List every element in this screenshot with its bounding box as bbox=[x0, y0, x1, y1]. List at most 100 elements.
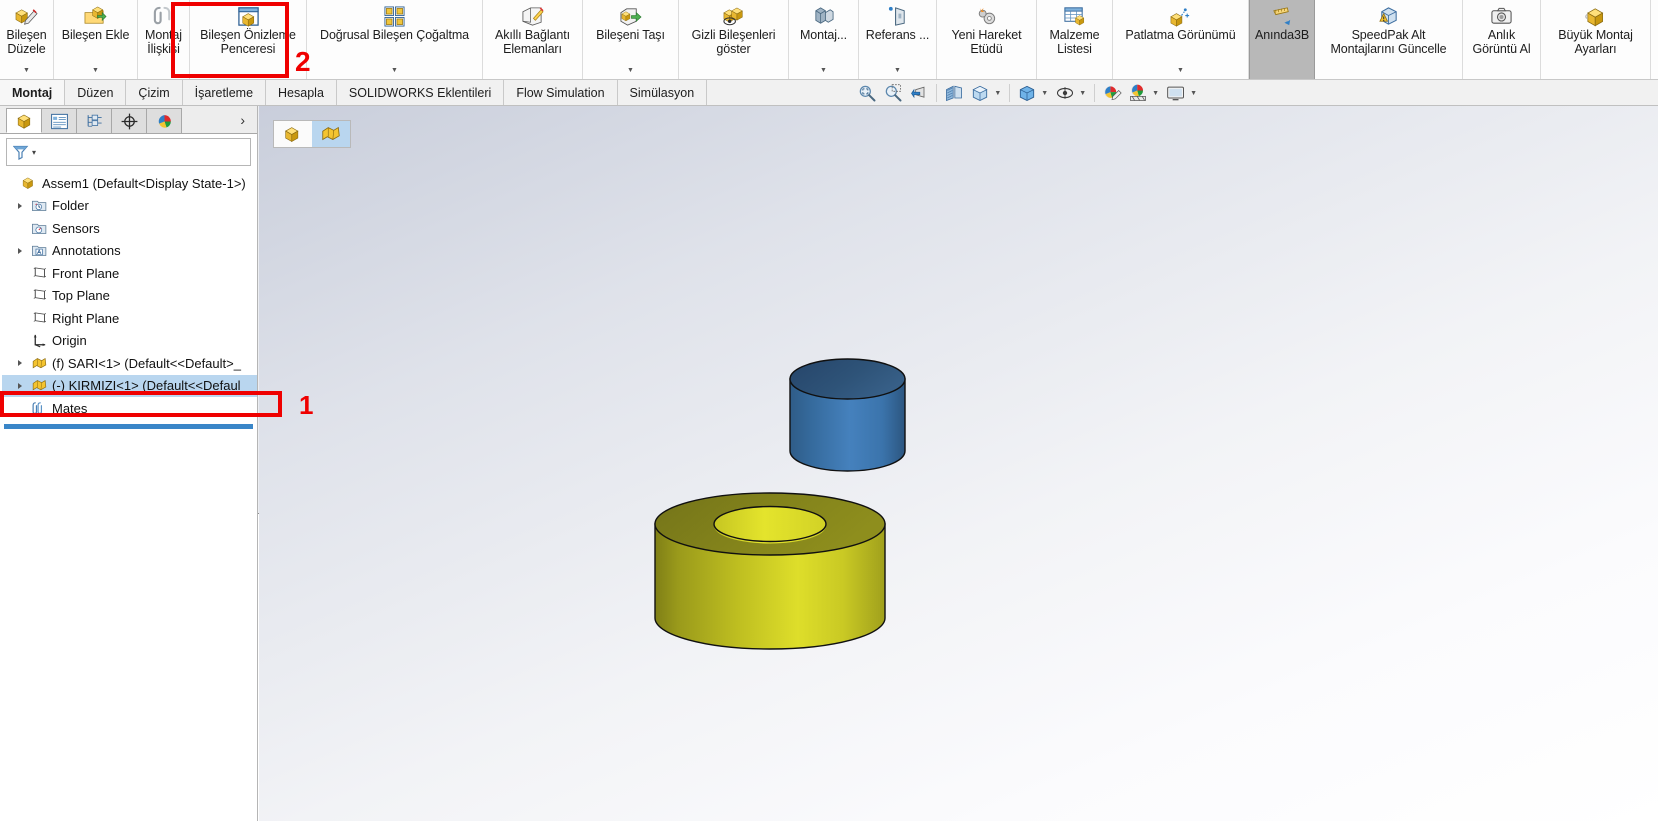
view-toolbar-zoom-to-fit-button[interactable] bbox=[855, 82, 879, 104]
tab-simülasyon[interactable]: Simülasyon bbox=[617, 80, 708, 105]
command-tab-bar: Montaj Düzen Çizim İşaretleme Hesapla SOLIDWO… bbox=[0, 80, 1658, 106]
ribbon-button-label: Malzeme Listesi bbox=[1049, 28, 1100, 56]
tree-node[interactable]: Right Plane bbox=[2, 307, 257, 330]
tab-düzen[interactable]: Düzen bbox=[65, 80, 127, 105]
ribbon-dropdown-caret-icon[interactable]: ▼ bbox=[820, 67, 827, 79]
view-toolbar-zoom-to-area-button[interactable] bbox=[881, 82, 905, 104]
display-style-icon bbox=[1020, 85, 1035, 102]
ribbon-button-instant3d[interactable]: Anında3B▼ bbox=[1249, 0, 1315, 79]
filter-caret-icon[interactable]: ▾ bbox=[32, 148, 36, 157]
ribbon-button-new-motion-study[interactable]: Yeni Hareket Etüdü▼ bbox=[937, 0, 1037, 79]
ribbon-button-take-snapshot[interactable]: Anlık Görüntü Al▼ bbox=[1463, 0, 1541, 79]
tab-montaj[interactable]: Montaj bbox=[0, 80, 66, 105]
rollback-bar[interactable] bbox=[4, 423, 253, 429]
graphics-viewport[interactable] bbox=[259, 106, 1658, 821]
tree-node[interactable]: Origin bbox=[2, 330, 257, 353]
ribbon-dropdown-caret-icon[interactable]: ▼ bbox=[23, 67, 30, 79]
tree-tabs-overflow-chevron-icon[interactable]: › bbox=[240, 108, 257, 133]
view-toolbar-edit-appearance-button[interactable] bbox=[1100, 82, 1124, 104]
view-toolbar-caret-icon[interactable]: ▼ bbox=[994, 90, 1004, 97]
annotation-number-2: 2 bbox=[295, 46, 311, 77]
tab-i̇şaretleme[interactable]: İşaretleme bbox=[182, 80, 267, 105]
toolbar-separator bbox=[936, 84, 938, 102]
ribbon-button-show-hidden-components[interactable]: Gizli Bileşenleri göster▼ bbox=[679, 0, 789, 79]
ribbon-button-smart-fasteners[interactable]: Akıllı Bağlantı Elemanları▼ bbox=[483, 0, 583, 79]
tree-tab-property-manager[interactable] bbox=[41, 108, 77, 133]
ribbon-dropdown-caret-icon[interactable]: ▼ bbox=[894, 67, 901, 79]
view-toolbar-caret-icon[interactable]: ▼ bbox=[1190, 90, 1200, 97]
tree-tab-display-manager[interactable] bbox=[146, 108, 182, 133]
view-toolbar-view-orientation-button[interactable] bbox=[968, 82, 992, 104]
tree-filter-bar[interactable]: ▾ bbox=[6, 138, 251, 166]
ribbon-button-bill-of-materials[interactable]: Malzeme Listesi▼ bbox=[1037, 0, 1113, 79]
view-toolbar-hide-show-items-button[interactable] bbox=[1053, 82, 1077, 104]
expand-arrow-icon[interactable] bbox=[12, 360, 28, 367]
view-toolbar-apply-scene-button[interactable] bbox=[1126, 82, 1150, 104]
plane-icon bbox=[33, 312, 46, 323]
tree-node-label: Right Plane bbox=[52, 310, 120, 326]
feature-manager-panel: › ▾ Assem1 (Default<Display State-1>) Fol… bbox=[0, 106, 258, 821]
yellow-ring-part[interactable] bbox=[654, 492, 886, 650]
view-toolbar-section-view-button[interactable] bbox=[942, 82, 966, 104]
annotations-icon bbox=[31, 246, 46, 257]
ribbon-button-assembly-features[interactable]: Montaj... ▼ bbox=[789, 0, 859, 79]
view-toolbar-caret-icon[interactable]: ▼ bbox=[1152, 90, 1162, 97]
ribbon-button-linear-component-pattern[interactable]: Doğrusal Bileşen Çoğaltma ▼ bbox=[307, 0, 483, 79]
ribbon-button-label: Doğrusal Bileşen Çoğaltma bbox=[320, 28, 469, 42]
blue-cylinder-part[interactable] bbox=[789, 358, 906, 472]
ribbon-button-label: Patlatma Görünümü bbox=[1125, 28, 1236, 42]
tab-flow-simulation[interactable]: Flow Simulation bbox=[504, 80, 618, 105]
view-toolbar-previous-view-button[interactable] bbox=[907, 82, 931, 104]
tree-node-icon-wrapper bbox=[28, 310, 50, 327]
ribbon-button-label: Bileşeni Taşı bbox=[596, 28, 665, 42]
ribbon-button-move-component[interactable]: Bileşeni Taşı ▼ bbox=[583, 0, 679, 79]
expand-arrow-icon[interactable] bbox=[12, 247, 28, 254]
ribbon-button-speedpak-update[interactable]: SpeedPak Alt Montajlarını Güncelle▼ bbox=[1315, 0, 1463, 79]
tree-tab-feature-manager-tree[interactable] bbox=[6, 108, 42, 133]
view-toolbar-caret-icon[interactable]: ▼ bbox=[1041, 90, 1051, 97]
tree-tab-configuration-manager[interactable] bbox=[76, 108, 112, 133]
tree-node[interactable]: (-) KIRMIZI<1> (Default<<Defaul bbox=[2, 374, 257, 397]
ribbon-button-mate[interactable]: Montaj İlişkisi▼ bbox=[138, 0, 190, 79]
ribbon-icon-wrapper bbox=[15, 4, 38, 28]
ribbon-dropdown-caret-icon[interactable]: ▼ bbox=[391, 67, 398, 79]
view-toolbar-view-settings-button[interactable] bbox=[1164, 82, 1188, 104]
tree-node[interactable]: Mates bbox=[2, 397, 257, 420]
tab-çizim[interactable]: Çizim bbox=[126, 80, 183, 105]
view-toolbar-caret-icon[interactable]: ▼ bbox=[1079, 90, 1089, 97]
history-folder-icon bbox=[31, 201, 46, 212]
tree-node[interactable]: Annotations bbox=[2, 240, 257, 263]
tree-node[interactable]: Assem1 (Default<Display State-1>) bbox=[2, 172, 257, 195]
tree-node[interactable]: Sensors bbox=[2, 217, 257, 240]
tree-node[interactable]: Top Plane bbox=[2, 285, 257, 308]
sensors-icon bbox=[31, 223, 46, 234]
ribbon-dropdown-caret-icon[interactable]: ▼ bbox=[627, 67, 634, 79]
tree-node-icon-wrapper bbox=[28, 220, 50, 237]
expand-arrow-icon[interactable] bbox=[12, 382, 28, 389]
tree-node-label: (-) KIRMIZI<1> (Default<<Defaul bbox=[52, 378, 241, 394]
mates-folder-icon bbox=[32, 401, 42, 414]
ribbon-button-large-assembly-settings[interactable]: Büyük Montaj Ayarları▼ bbox=[1541, 0, 1651, 79]
ribbon-button-component-preview-window[interactable]: Bileşen Önizleme Penceresi▼ bbox=[190, 0, 307, 79]
ribbon-button-label: Referans ... bbox=[865, 28, 930, 42]
tree-node[interactable]: Front Plane bbox=[2, 262, 257, 285]
ribbon-button-reference-geometry[interactable]: Referans ... ▼ bbox=[859, 0, 937, 79]
tree-node[interactable]: Folder bbox=[2, 195, 257, 218]
ribbon-button-insert-component[interactable]: Bileşen Ekle ▼ bbox=[54, 0, 138, 79]
tab-hesapla[interactable]: Hesapla bbox=[266, 80, 337, 105]
ribbon-icon-wrapper bbox=[1377, 4, 1400, 28]
ribbon-dropdown-caret-icon[interactable]: ▼ bbox=[1177, 67, 1184, 79]
view-toolbar-display-style-button[interactable] bbox=[1015, 82, 1039, 104]
tree-tab-strip: › bbox=[0, 106, 257, 134]
ribbon-icon-wrapper bbox=[1584, 4, 1607, 28]
tree-node-icon-wrapper bbox=[28, 377, 50, 394]
ribbon-dropdown-caret-icon[interactable]: ▼ bbox=[92, 67, 99, 79]
ribbon-button-exploded-view[interactable]: Patlatma Görünümü ▼ bbox=[1113, 0, 1249, 79]
expand-arrow-icon[interactable] bbox=[12, 202, 28, 209]
ribbon-button-edit-component[interactable]: Bileşen Düzele ▼ bbox=[0, 0, 54, 79]
tree-tab-dimxpert-manager[interactable] bbox=[111, 108, 147, 133]
tree-node[interactable]: (f) SARI<1> (Default<<Default>_ bbox=[2, 352, 257, 375]
tab-solidworks-eklentileri[interactable]: SOLIDWORKS Eklentileri bbox=[336, 80, 505, 105]
large-assembly-settings-icon bbox=[1585, 7, 1604, 26]
ribbon-button-label: Bileşen Önizleme Penceresi bbox=[200, 28, 296, 56]
